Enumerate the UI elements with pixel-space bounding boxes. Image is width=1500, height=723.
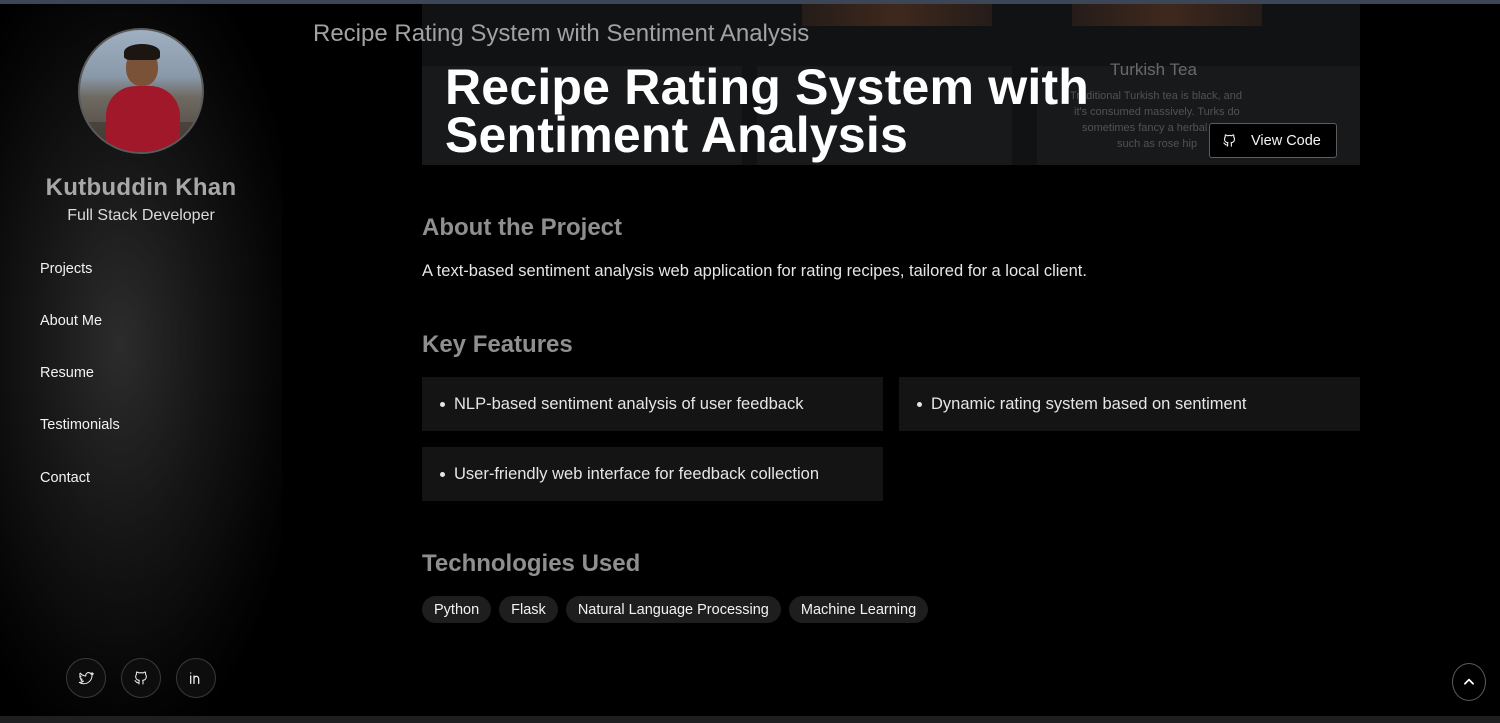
bullet (440, 471, 445, 477)
view-code-label: View Code (1251, 132, 1321, 149)
twitter-link[interactable] (66, 658, 106, 698)
bullet (917, 401, 922, 407)
feature-text: Dynamic rating system based on sentiment (931, 394, 1247, 413)
linkedin-icon (190, 672, 200, 684)
sidebar-item-resume[interactable]: Resume (40, 365, 94, 381)
bottom-bar (0, 716, 1500, 723)
github-icon (134, 671, 147, 685)
avatar (78, 28, 204, 154)
chevron-up-icon (1464, 678, 1474, 685)
sticky-page-title: Recipe Rating System with Sentiment Anal… (313, 20, 810, 47)
sidebar: Kutbuddin Khan Full Stack Developer Proj… (0, 4, 282, 716)
sidebar-item-testimonials[interactable]: Testimonials (40, 417, 120, 433)
about-description: A text-based sentiment analysis web appl… (422, 262, 1087, 280)
feature-card: Dynamic rating system based on sentiment (899, 377, 1360, 431)
project-title: Recipe Rating System with Sentiment Anal… (445, 62, 1125, 160)
sidebar-item-projects[interactable]: Projects (40, 261, 92, 277)
technology-tags: Python Flask Natural Language Processing… (422, 596, 929, 623)
tech-tag-nlp: Natural Language Processing (565, 596, 781, 623)
feature-text: User-friendly web interface for feedback… (454, 464, 820, 483)
linkedin-link[interactable] (176, 658, 216, 698)
about-heading: About the Project (422, 214, 623, 241)
feature-card: User-friendly web interface for feedback… (422, 447, 883, 501)
features-heading: Key Features (422, 331, 573, 358)
view-code-button[interactable]: View Code (1209, 123, 1337, 158)
technologies-heading: Technologies Used (422, 550, 641, 577)
feature-card: NLP-based sentiment analysis of user fee… (422, 377, 883, 431)
scroll-to-top-button[interactable] (1452, 663, 1486, 701)
twitter-icon (78, 672, 94, 685)
github-icon (1223, 134, 1236, 147)
github-link[interactable] (121, 658, 161, 698)
feature-text: NLP-based sentiment analysis of user fee… (454, 394, 804, 413)
profile-name: Kutbuddin Khan (45, 174, 237, 201)
tech-tag-machine-learning: Machine Learning (788, 596, 929, 623)
bullet (440, 401, 445, 407)
tech-tag-python: Python (422, 596, 492, 623)
tech-tag-flask: Flask (499, 596, 558, 623)
sidebar-item-contact[interactable]: Contact (40, 470, 90, 486)
profile-role: Full Stack Developer (67, 207, 215, 224)
project-title-line-2: Sentiment Analysis (445, 107, 908, 163)
sidebar-item-about-me[interactable]: About Me (40, 313, 102, 329)
